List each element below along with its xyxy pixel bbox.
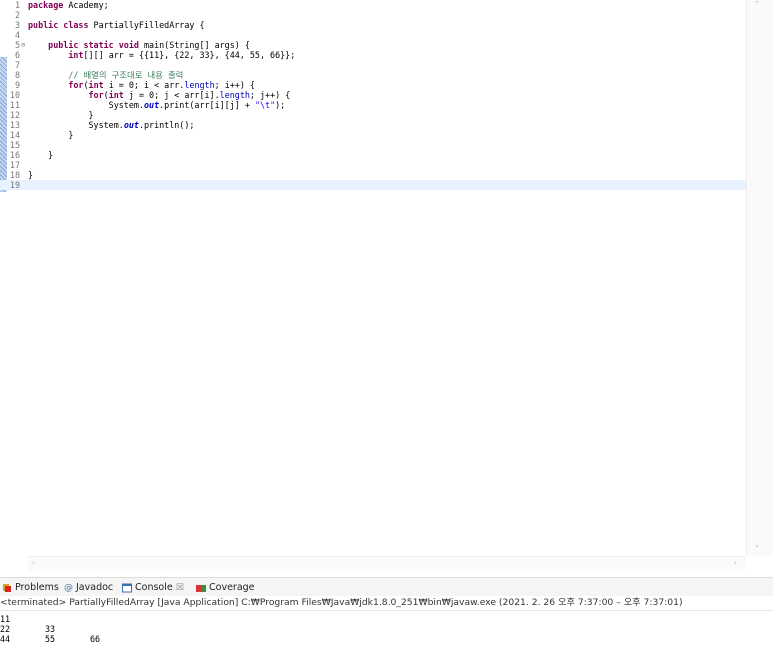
line-number: 6 — [14, 50, 20, 60]
tab-console-label: Console — [135, 582, 173, 593]
code-text: public static void main(String[] args) { — [48, 40, 250, 50]
console-value: 66 — [90, 634, 101, 644]
line-number: 11 — [9, 100, 20, 110]
code-line[interactable]: 1 package Academy; — [0, 0, 746, 10]
tab-problems[interactable]: Problems — [2, 581, 59, 595]
code-text: package Academy; — [28, 0, 109, 10]
javadoc-icon: @ — [64, 583, 73, 593]
line-number: 4 — [14, 30, 20, 40]
code-text: System.out.println(); — [28, 120, 195, 130]
scroll-right-icon[interactable]: › — [734, 559, 737, 567]
scroll-up-icon[interactable]: ⌃ — [754, 0, 760, 8]
code-line[interactable]: 10 for(int j = 0; j < arr[i].length; j++… — [0, 90, 746, 100]
console-value: 11 — [0, 614, 11, 624]
code-line[interactable]: 6 int[][] arr = {{11}, {22, 33}, {44, 55… — [0, 50, 746, 60]
tab-coverage-label: Coverage — [209, 582, 255, 593]
code-text: } — [28, 130, 74, 140]
problems-icon — [3, 584, 11, 592]
code-line[interactable]: 15 — [0, 140, 746, 150]
code-text: // 배열의 구조대로 내용 출력 — [68, 70, 184, 80]
code-line[interactable]: 11 System.out.print(arr[i][j] + "\t"); — [0, 100, 746, 110]
line-number: 10 — [9, 90, 20, 100]
line-number: 8 — [14, 70, 20, 80]
console-value: 44 — [0, 634, 11, 644]
console-value: 55 — [45, 634, 56, 644]
line-number: 3 — [14, 20, 20, 30]
code-line[interactable]: 19 — [0, 180, 746, 190]
code-line[interactable]: 9 for(int i = 0; i < arr.length; i++) { — [0, 80, 746, 90]
code-line[interactable]: 13 System.out.println(); — [0, 120, 746, 130]
vertical-scrollbar[interactable]: ⌃ ⌄ — [746, 0, 773, 556]
code-line[interactable]: 14 } — [0, 130, 746, 140]
code-line[interactable]: 2 — [0, 10, 746, 20]
line-number: 1 — [14, 0, 20, 10]
code-line[interactable]: 18} — [0, 170, 746, 180]
close-icon[interactable]: ☒ — [176, 581, 184, 595]
line-number: 13 — [9, 120, 20, 130]
code-text: System.out.print(arr[i][j] + "\t"); — [28, 100, 286, 110]
line-number: 12 — [9, 110, 20, 120]
code-text: } — [28, 170, 34, 180]
code-text: } — [28, 110, 94, 120]
line-number: 18 — [9, 170, 20, 180]
code-line[interactable]: 3 public class PartiallyFilledArray { — [0, 20, 746, 30]
line-number: 2 — [14, 10, 20, 20]
tab-problems-label: Problems — [15, 582, 59, 593]
code-text: public class PartiallyFilledArray { — [28, 20, 205, 30]
code-text: for(int j = 0; j < arr[i].length; j++) { — [88, 90, 291, 100]
code-editor[interactable]: 1 package Academy; 2 3 public class Partiall… — [0, 0, 773, 572]
line-number: 15 — [9, 140, 20, 150]
line-number: 17 — [9, 160, 20, 170]
console-value: 33 — [45, 624, 56, 634]
code-line[interactable]: 16 } — [0, 150, 746, 160]
code-text: } — [28, 150, 54, 160]
scroll-down-icon[interactable]: ⌄ — [754, 541, 760, 549]
line-number: 9 — [14, 80, 20, 90]
line-number: 14 — [9, 130, 20, 140]
code-line[interactable]: 12 } — [0, 110, 746, 120]
bottom-panel-tabs: Problems @ Javadoc Console ☒ Coverage — [0, 577, 773, 596]
code-line[interactable]: 5 ⊖ public static void main(String[] args… — [0, 40, 746, 50]
tab-javadoc-label: Javadoc — [76, 582, 114, 593]
coverage-icon — [196, 585, 206, 592]
code-text: for(int i = 0; i < arr.length; i++) { — [68, 80, 255, 90]
code-line[interactable]: 7 — [0, 60, 746, 70]
code-line[interactable]: 4 — [0, 30, 746, 40]
code-line[interactable]: 8 // 배열의 구조대로 내용 출력 — [0, 70, 746, 80]
console-icon — [122, 583, 132, 593]
tab-coverage[interactable]: Coverage — [196, 581, 255, 595]
console-value: 22 — [0, 624, 11, 634]
horizontal-scrollbar[interactable]: ‹ › — [28, 556, 746, 571]
scroll-left-icon[interactable]: ‹ — [32, 559, 35, 567]
tab-console[interactable]: Console ☒ — [122, 581, 184, 595]
line-number: 19 — [9, 180, 20, 190]
line-number: 7 — [14, 60, 20, 70]
line-number: 16 — [9, 150, 20, 160]
code-text: int[][] arr = {{11}, {22, 33}, {44, 55, … — [68, 50, 296, 60]
tab-javadoc[interactable]: @ Javadoc — [64, 581, 113, 595]
line-number: 5 — [14, 40, 20, 50]
fold-icon[interactable]: ⊖ — [21, 40, 25, 50]
code-line[interactable]: 17 — [0, 160, 746, 170]
console-status: <terminated> PartiallyFilledArray [Java … — [0, 596, 773, 611]
